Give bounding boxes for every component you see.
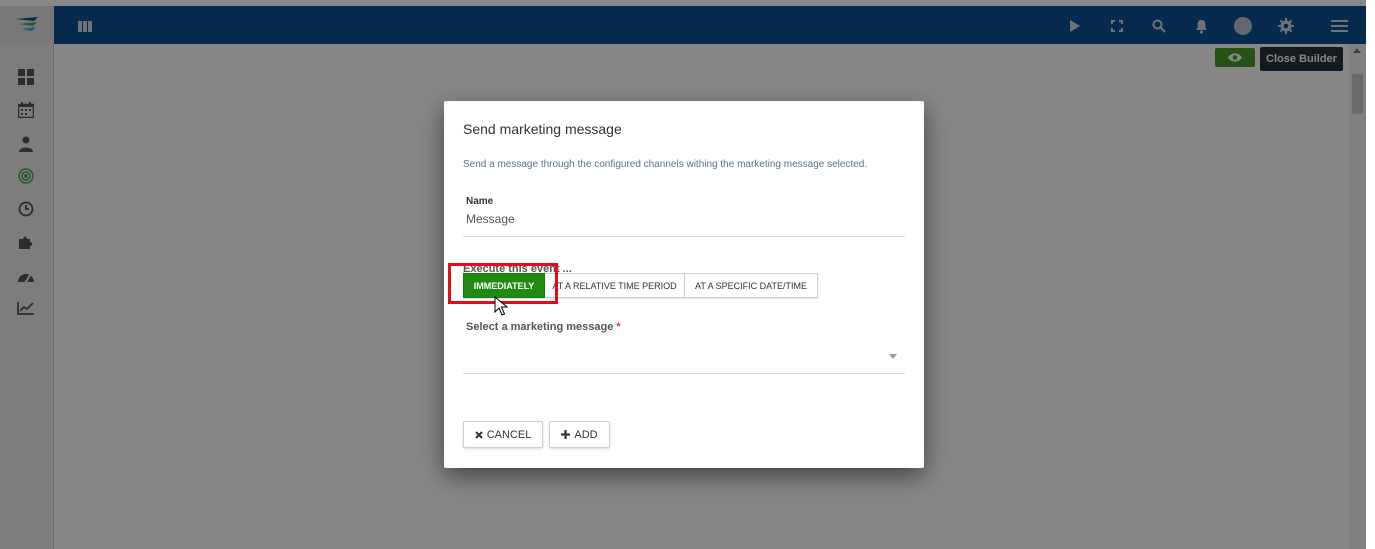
cancel-label: CANCEL <box>486 428 532 441</box>
name-input-underline <box>463 236 905 237</box>
window-right-edge <box>1366 0 1375 549</box>
mouse-cursor-icon <box>494 295 509 321</box>
specific-date-time-button[interactable]: AT A SPECIFIC DATE/TIME <box>685 273 818 298</box>
add-button[interactable]: ADD <box>549 421 610 448</box>
chevron-down-icon <box>889 354 897 359</box>
dialog-title: Send marketing message <box>463 121 622 137</box>
dialog-description: Send a message through the configured ch… <box>463 159 868 170</box>
plus-icon <box>561 430 571 439</box>
name-input[interactable]: Message <box>466 212 515 226</box>
required-asterisk: * <box>616 321 621 333</box>
add-label: ADD <box>574 428 598 441</box>
relative-time-period-button[interactable]: AT A RELATIVE TIME PERIOD <box>545 273 685 298</box>
marketing-message-select-label: Select a marketing message * <box>466 321 621 333</box>
name-field-label: Name <box>466 196 494 207</box>
select-label-text: Select a marketing message <box>466 321 614 333</box>
marketing-message-select[interactable] <box>463 341 905 374</box>
close-icon <box>474 430 483 439</box>
cancel-button[interactable]: CANCEL <box>463 421 543 448</box>
